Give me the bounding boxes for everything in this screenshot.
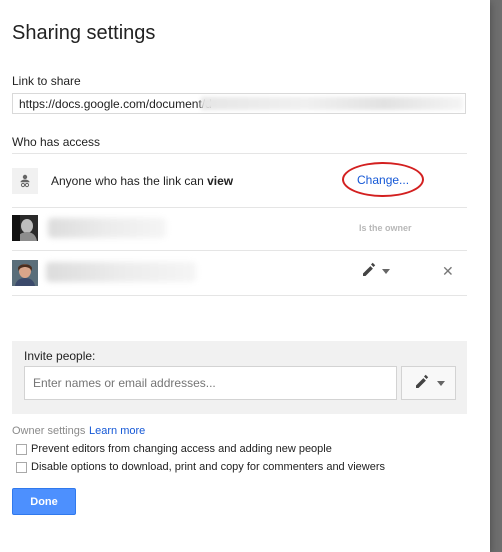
anyone-permission: view xyxy=(207,174,234,188)
divider xyxy=(12,250,467,251)
share-link-text: https://docs.google.com/document/d xyxy=(19,97,212,111)
link-people-icon xyxy=(12,168,38,194)
link-to-share-label: Link to share xyxy=(12,74,81,88)
pencil-icon xyxy=(360,260,378,283)
who-has-access-label: Who has access xyxy=(12,135,101,149)
invite-people-panel: Invite people: xyxy=(12,341,467,414)
caret-down-icon xyxy=(436,374,445,392)
invite-people-label: Invite people: xyxy=(24,349,96,363)
disable-download-label: Disable options to download, print and c… xyxy=(31,461,386,473)
redacted-link-blur xyxy=(201,97,463,110)
done-button[interactable]: Done xyxy=(12,488,76,515)
remove-editor-button[interactable]: ✕ xyxy=(442,264,454,278)
pencil-icon xyxy=(413,372,431,395)
divider xyxy=(12,153,467,154)
anyone-with-link-text: Anyone who has the link can view xyxy=(51,174,233,188)
owner-settings-label: Owner settings xyxy=(12,425,86,437)
sharing-settings-dialog: Sharing settings Link to share https://d… xyxy=(0,0,490,552)
owner-name-blurred xyxy=(48,218,166,238)
share-link-field[interactable]: https://docs.google.com/document/d xyxy=(12,93,466,114)
caret-down-icon xyxy=(382,262,390,280)
owner-avatar xyxy=(12,215,38,241)
prevent-editors-label: Prevent editors from changing access and… xyxy=(31,443,332,455)
owner-role-label: Is the owner xyxy=(359,223,412,233)
backdrop-edge xyxy=(490,0,502,552)
editor-name-blurred xyxy=(46,262,196,282)
dialog-title: Sharing settings xyxy=(12,22,156,44)
prevent-editors-checkbox[interactable] xyxy=(16,443,27,455)
highlight-ellipse xyxy=(342,162,424,197)
disable-download-checkbox[interactable] xyxy=(16,461,27,473)
prevent-editors-option: Prevent editors from changing access and… xyxy=(16,443,332,455)
anyone-prefix: Anyone who has the link can xyxy=(51,174,208,188)
disable-download-option: Disable options to download, print and c… xyxy=(16,461,385,473)
invite-people-input[interactable] xyxy=(24,366,397,400)
editor-permission-button[interactable] xyxy=(360,262,400,280)
invite-permission-button[interactable] xyxy=(401,366,456,400)
editor-avatar xyxy=(12,260,38,286)
divider xyxy=(12,207,467,208)
learn-more-link[interactable]: Learn more xyxy=(89,425,145,437)
divider xyxy=(12,295,467,296)
